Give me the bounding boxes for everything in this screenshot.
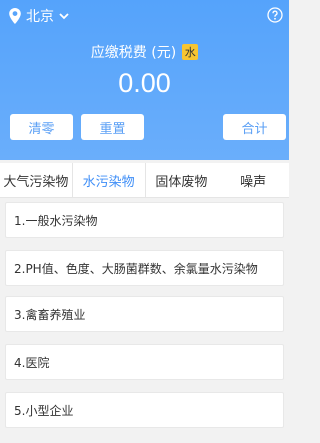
help-icon[interactable]: [267, 7, 283, 23]
tab-solid-waste[interactable]: 固体废物: [146, 163, 218, 197]
reset-button[interactable]: 重置: [81, 114, 144, 140]
location-pin-icon: [9, 8, 21, 24]
list-item[interactable]: 1.一般水污染物: [5, 202, 284, 238]
tax-amount: 0.00: [118, 68, 171, 98]
clear-button[interactable]: 清零: [10, 114, 73, 140]
chevron-down-icon: [59, 13, 69, 20]
category-tabs: 大气污染物 水污染物 固体废物 噪声: [0, 163, 289, 198]
list-item[interactable]: 3.禽畜养殖业: [5, 296, 284, 332]
water-badge: 水: [182, 44, 199, 60]
list-item[interactable]: 2.PH值、色度、大肠菌群数、余氯量水污染物: [5, 250, 284, 286]
calculate-button[interactable]: 合计: [223, 114, 286, 140]
tab-air[interactable]: 大气污染物: [0, 163, 72, 197]
list-item[interactable]: 5.小型企业: [5, 392, 284, 428]
tab-noise[interactable]: 噪声: [217, 163, 289, 197]
tax-title: 应缴税费 (元): [90, 45, 177, 61]
tab-water[interactable]: 水污染物: [71, 163, 146, 197]
tax-title-row: 应缴税费 (元) 水: [0, 42, 289, 62]
location-label: 北京: [26, 9, 54, 25]
location-selector[interactable]: 北京: [8, 6, 70, 26]
header-panel: 北京 应缴税费 (元) 水 0.00 清零 重置 合计: [0, 0, 289, 160]
list-item[interactable]: 4.医院: [5, 344, 284, 380]
